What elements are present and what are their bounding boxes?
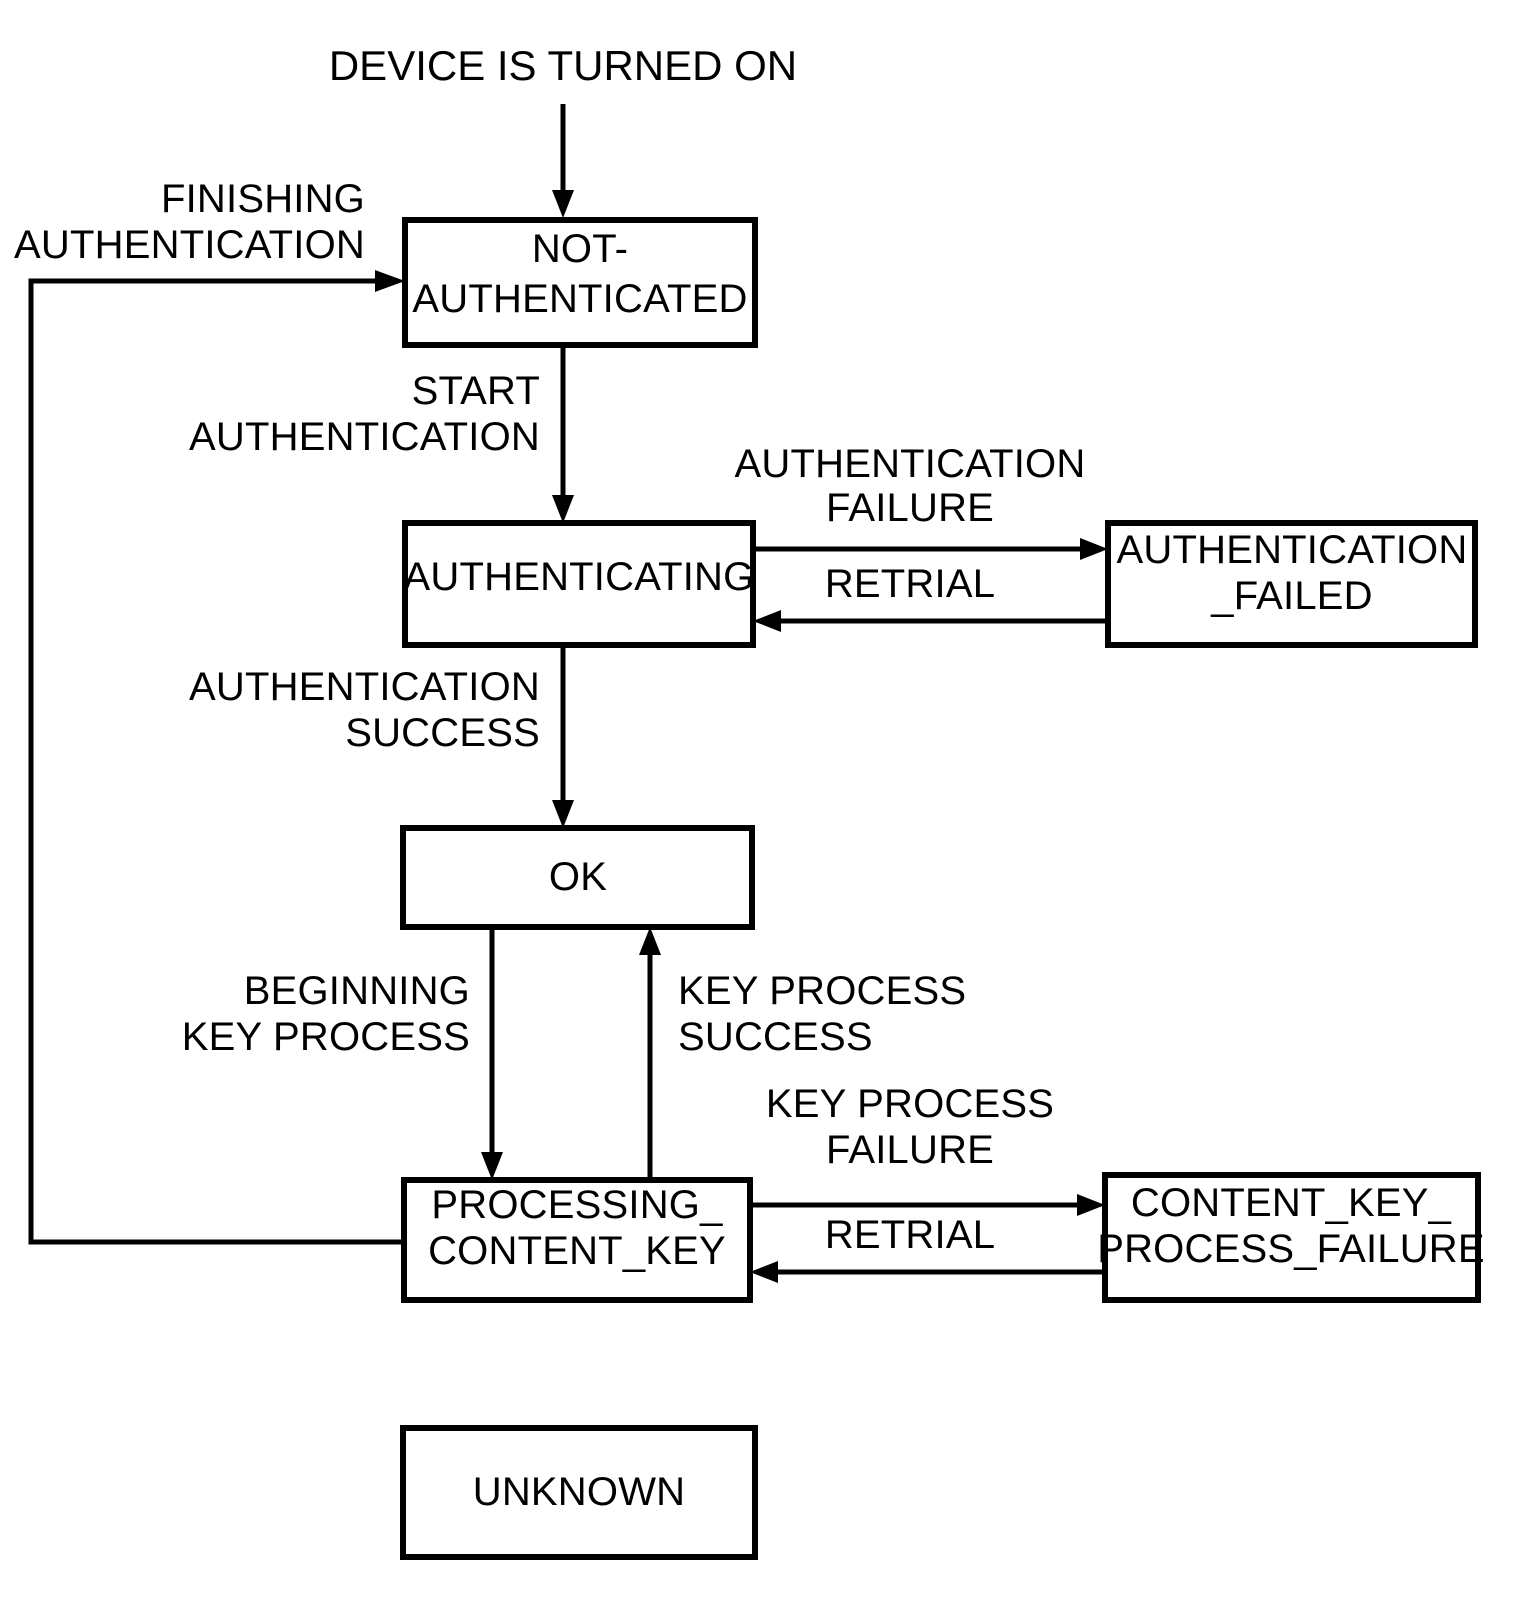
transition-key-process-success-label-line2: SUCCESS xyxy=(678,1015,873,1059)
transition-start-authentication: START AUTHENTICATION xyxy=(189,345,574,523)
transition-finishing-authentication-label-line1: FINISHING xyxy=(161,177,365,221)
transition-finishing-authentication-arrowhead xyxy=(375,270,405,292)
transition-authentication-retrial-label: RETRIAL xyxy=(825,562,995,606)
state-authenticating-label-line1: AUTHENTICATING xyxy=(404,555,755,599)
transition-authentication-failure-arrowhead xyxy=(1080,538,1108,560)
state-diagram-canvas: DEVICE IS TURNED ON NOT- AUTHENTICATED F… xyxy=(0,0,1527,1613)
transition-key-process-failure-label-line2: FAILURE xyxy=(826,1128,994,1172)
transition-authentication-success-label-line2: SUCCESS xyxy=(345,711,540,755)
transition-device-turned-on-arrowhead xyxy=(552,190,574,218)
transition-key-process-success-label-line1: KEY PROCESS xyxy=(678,969,966,1013)
state-not-authenticated[interactable]: NOT- AUTHENTICATED xyxy=(402,217,758,348)
transition-authentication-success: AUTHENTICATION SUCCESS xyxy=(189,645,574,828)
transition-key-process-failure-label-line1: KEY PROCESS xyxy=(766,1082,1054,1126)
state-unknown-label: UNKNOWN xyxy=(473,1470,686,1514)
transition-key-process-failure: KEY PROCESS FAILURE xyxy=(750,1082,1105,1216)
transition-start-authentication-label-line2: AUTHENTICATION xyxy=(189,415,540,459)
state-processing-content-key-label-line1: PROCESSING_ xyxy=(431,1183,723,1227)
transition-authentication-success-arrowhead xyxy=(552,800,574,828)
state-ok-label: OK xyxy=(549,855,607,899)
transition-finishing-authentication-label-line2: AUTHENTICATION xyxy=(14,223,365,267)
transition-authentication-retrial: RETRIAL xyxy=(753,562,1108,632)
transition-device-turned-on xyxy=(552,104,574,218)
state-processing-content-key-label-line2: CONTENT_KEY xyxy=(428,1229,726,1273)
transition-finishing-authentication: FINISHING AUTHENTICATION xyxy=(14,177,405,1245)
transition-authentication-retrial-arrowhead xyxy=(753,610,781,632)
transition-key-process-failure-arrowhead xyxy=(1077,1194,1105,1216)
state-not-authenticated-label-line1: NOT- xyxy=(532,227,628,271)
state-content-key-process-failure-label-line2: PROCESS_FAILURE xyxy=(1097,1227,1485,1271)
state-ok[interactable]: OK xyxy=(400,825,755,930)
state-authentication-failed-label-line1: AUTHENTICATION xyxy=(1117,528,1468,572)
transition-beginning-key-process: BEGINNING KEY PROCESS xyxy=(182,927,503,1180)
transition-start-authentication-arrowhead xyxy=(552,495,574,523)
transition-beginning-key-process-label-line2: KEY PROCESS xyxy=(182,1015,470,1059)
transition-key-process-retrial-arrowhead xyxy=(750,1261,778,1283)
state-transition-diagram: DEVICE IS TURNED ON NOT- AUTHENTICATED F… xyxy=(14,42,1485,1560)
transition-authentication-failure-label-line1: AUTHENTICATION xyxy=(735,442,1086,486)
state-unknown[interactable]: UNKNOWN xyxy=(400,1425,758,1560)
transition-key-process-retrial-label: RETRIAL xyxy=(825,1213,995,1257)
transition-authentication-failure-label-line2: FAILURE xyxy=(826,486,994,530)
transition-start-authentication-label-line1: START xyxy=(412,369,540,413)
state-authenticating[interactable]: AUTHENTICATING xyxy=(402,520,756,648)
transition-authentication-failure: AUTHENTICATION FAILURE xyxy=(735,442,1108,560)
state-authentication-failed-label-line2: _FAILED xyxy=(1210,574,1372,618)
transition-key-process-success-arrowhead xyxy=(639,927,661,955)
state-content-key-process-failure[interactable]: CONTENT_KEY_ PROCESS_FAILURE xyxy=(1097,1172,1485,1303)
transition-authentication-success-label-line1: AUTHENTICATION xyxy=(189,665,540,709)
transition-beginning-key-process-arrowhead xyxy=(481,1152,503,1180)
transition-beginning-key-process-label-line1: BEGINNING xyxy=(244,969,470,1013)
transition-key-process-retrial: RETRIAL xyxy=(750,1213,1105,1283)
state-content-key-process-failure-label-line1: CONTENT_KEY_ xyxy=(1131,1181,1452,1225)
diagram-title: DEVICE IS TURNED ON xyxy=(329,42,797,89)
state-not-authenticated-label-line2: AUTHENTICATED xyxy=(412,277,747,321)
state-authentication-failed[interactable]: AUTHENTICATION _FAILED xyxy=(1105,520,1478,648)
state-processing-content-key[interactable]: PROCESSING_ CONTENT_KEY xyxy=(401,1177,753,1303)
